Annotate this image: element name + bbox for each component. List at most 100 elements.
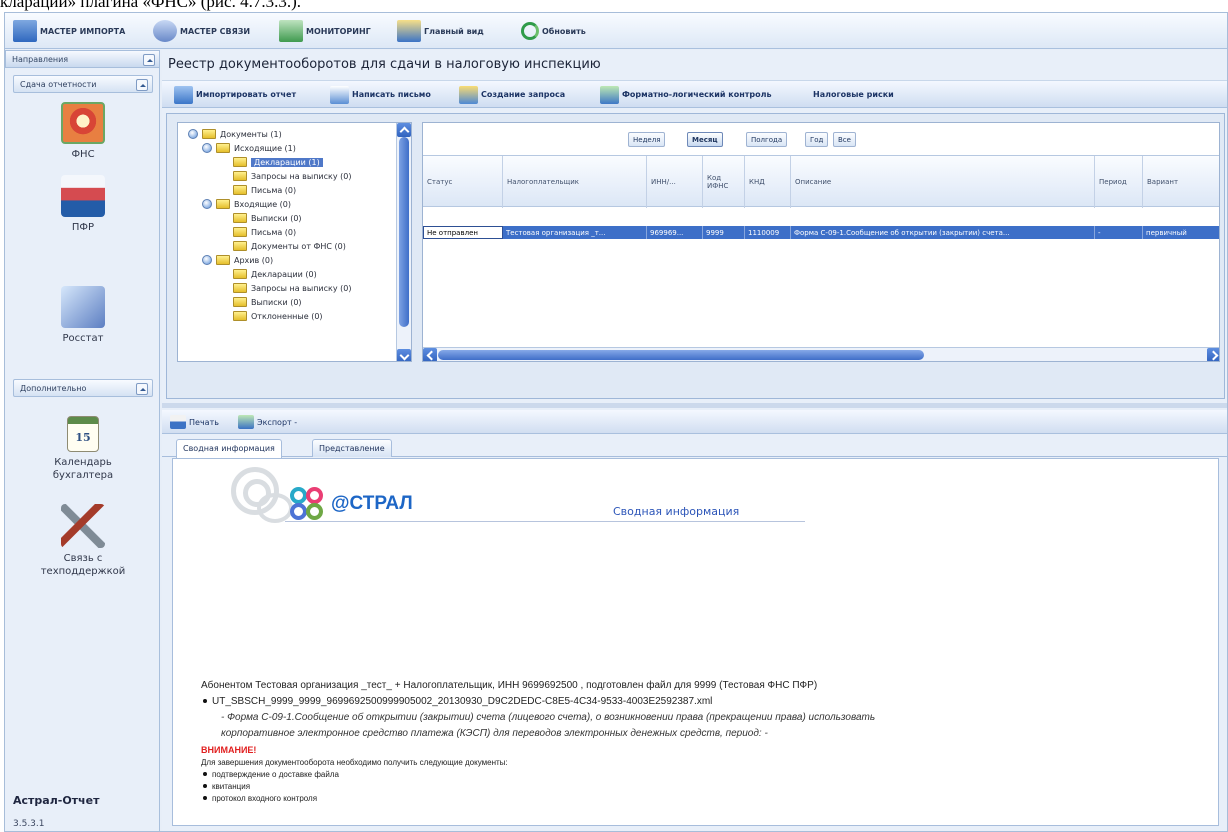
status-cell[interactable]: Не отправлен (423, 226, 503, 239)
tree-node-label: Выписки (0) (251, 297, 302, 307)
tree-node-outgoing-declarations[interactable]: Декларации (1) (233, 156, 323, 168)
column-header-description[interactable]: Описание (791, 156, 1095, 208)
column-header-taxpayer[interactable]: Налогоплательщик (503, 156, 647, 208)
tree-node-outgoing-letters[interactable]: Письма (0) (233, 184, 296, 196)
sidebar-item-fns[interactable]: ФНС (13, 102, 153, 161)
tree-node-incoming-letters[interactable]: Письма (0) (233, 226, 296, 238)
collapse-reporting-button[interactable] (136, 79, 148, 91)
column-header-inn[interactable]: ИНН/... (647, 156, 703, 208)
main-view-icon (397, 20, 421, 42)
tree-vertical-scrollbar[interactable] (396, 123, 411, 361)
folder-icon (216, 143, 230, 153)
tab-summary[interactable]: Сводная информация (176, 439, 282, 458)
tree-scroll-thumb[interactable] (399, 137, 409, 327)
tools-icon (61, 504, 105, 548)
monitoring-icon (279, 20, 303, 42)
folder-icon (233, 185, 247, 195)
create-request-button[interactable]: Создание запроса (459, 85, 565, 104)
export-icon (238, 415, 254, 429)
scroll-right-icon[interactable] (1207, 348, 1219, 361)
tree-node-label-selected: Декларации (1) (251, 157, 323, 167)
additional-section-header[interactable]: Дополнительно (13, 379, 153, 397)
print-button[interactable]: Печать (170, 414, 219, 430)
bullet-icon (203, 796, 207, 800)
folder-icon (233, 171, 247, 181)
left-navigation-panel: Направления Сдача отчетности ФНС ПФР Рос… (5, 50, 160, 831)
accountant-calendar-label-line2: бухгалтера (52, 470, 114, 481)
tree-node-archive[interactable]: Архив (0) (202, 254, 273, 266)
tab-representation[interactable]: Представление (312, 439, 392, 457)
scroll-up-icon[interactable] (397, 123, 411, 137)
knd-cell: 1110009 (745, 226, 791, 239)
filter-year-button[interactable]: Год (805, 132, 829, 147)
link-wizard-button[interactable]: МАСТЕР СВЯЗИ (153, 19, 250, 43)
refresh-button[interactable]: Обновить (521, 19, 586, 43)
table-row[interactable]: Не отправлен Тестовая организация _т... … (423, 226, 1219, 239)
filter-week-button[interactable]: Неделя (628, 132, 666, 147)
column-header-status[interactable]: Статус (423, 156, 503, 208)
collapse-additional-button[interactable] (136, 383, 148, 395)
column-header-period[interactable]: Период (1095, 156, 1143, 208)
monitoring-button[interactable]: МОНИТОРИНГ (279, 19, 371, 43)
filter-month-button[interactable]: Месяц (687, 132, 723, 147)
support-contact-item[interactable]: Связь с техподдержкой (13, 504, 153, 578)
grid-horizontal-scrollbar[interactable] (423, 347, 1219, 361)
main-content: Реестр документооборотов для сдачи в нал… (162, 50, 1227, 831)
scroll-down-icon[interactable] (397, 349, 411, 361)
tree-node-incoming[interactable]: Входящие (0) (202, 198, 291, 210)
expand-icon[interactable] (202, 143, 212, 153)
grid-scroll-thumb[interactable] (438, 350, 924, 360)
tree-node-incoming-fns-docs[interactable]: Документы от ФНС (0) (233, 240, 346, 252)
tax-risks-button[interactable]: Налоговые риски (813, 85, 894, 104)
pfr-icon (61, 175, 105, 217)
panel-splitter[interactable] (162, 403, 1227, 408)
tree-node-outgoing-requests[interactable]: Запросы на выписку (0) (233, 170, 351, 182)
column-header-variant[interactable]: Вариант (1143, 156, 1219, 208)
import-wizard-button[interactable]: МАСТЕР ИМПОРТА (13, 19, 125, 43)
column-header-knd[interactable]: КНД (745, 156, 791, 208)
folder-icon (216, 255, 230, 265)
import-report-label: Импортировать отчет (196, 90, 297, 99)
filter-half-year-button[interactable]: Полгода (746, 132, 788, 147)
expand-icon[interactable] (188, 129, 198, 139)
expand-icon[interactable] (202, 255, 212, 265)
reporting-section-header[interactable]: Сдача отчетности (13, 75, 153, 93)
tree-node-documents[interactable]: Документы (1) (188, 128, 282, 140)
tree-node-archive-declarations[interactable]: Декларации (0) (233, 268, 317, 280)
format-logic-check-button[interactable]: Форматно-логический контроль (600, 85, 772, 104)
collapse-directions-button[interactable] (143, 54, 155, 66)
sidebar-item-rosstat[interactable]: Росстат (13, 286, 153, 345)
file-line: UT_SBSCH_9999_9999_9699692500999905002_2… (201, 696, 712, 707)
ornament-icon (225, 463, 297, 527)
tree-node-label: Письма (0) (251, 185, 297, 195)
column-header-ifns-code[interactable]: Код ИФНС (703, 156, 745, 208)
accountant-calendar-item[interactable]: 15 Календарь бухгалтера (13, 416, 153, 482)
export-button[interactable]: Экспорт - (238, 414, 297, 430)
folder-icon (233, 227, 247, 237)
request-icon (459, 85, 478, 104)
filter-all-button[interactable]: Все (833, 132, 856, 147)
sidebar-item-pfr[interactable]: ПФР (13, 175, 153, 234)
fns-icon (61, 102, 105, 144)
tree-node-archive-partial[interactable]: Отклоненные (0) (233, 310, 323, 322)
write-letter-button[interactable]: Написать письмо (330, 85, 431, 104)
tree-node-archive-requests[interactable]: Запросы на выписку (0) (233, 282, 351, 294)
tree-node-incoming-statements[interactable]: Выписки (0) (233, 212, 302, 224)
expand-icon[interactable] (202, 199, 212, 209)
file-name: UT_SBSCH_9999_9999_9699692500999905002_2… (212, 696, 713, 707)
details-toolbar: Печать Экспорт - (162, 410, 1227, 434)
import-report-button[interactable]: Импортировать отчет (174, 85, 296, 104)
tree-node-label: Отклоненные (0) (251, 311, 323, 321)
variant-cell: первичный (1143, 226, 1219, 239)
scroll-left-icon[interactable] (423, 348, 437, 361)
ifns-code-cell: 9999 (703, 226, 745, 239)
action-toolbar: Импортировать отчет Написать письмо Созд… (162, 80, 1227, 108)
warning-title: ВНИМАНИЕ! (201, 745, 257, 755)
folder-tree: Документы (1) Исходящие (1) Декларации (… (177, 122, 412, 362)
tree-node-archive-statements[interactable]: Выписки (0) (233, 296, 302, 308)
main-view-button[interactable]: Главный вид (397, 19, 484, 43)
tree-node-outgoing[interactable]: Исходящие (1) (202, 142, 296, 154)
app-brand-name: Астрал-Отчет (13, 794, 100, 807)
refresh-icon (521, 22, 539, 40)
printer-icon (170, 415, 186, 429)
